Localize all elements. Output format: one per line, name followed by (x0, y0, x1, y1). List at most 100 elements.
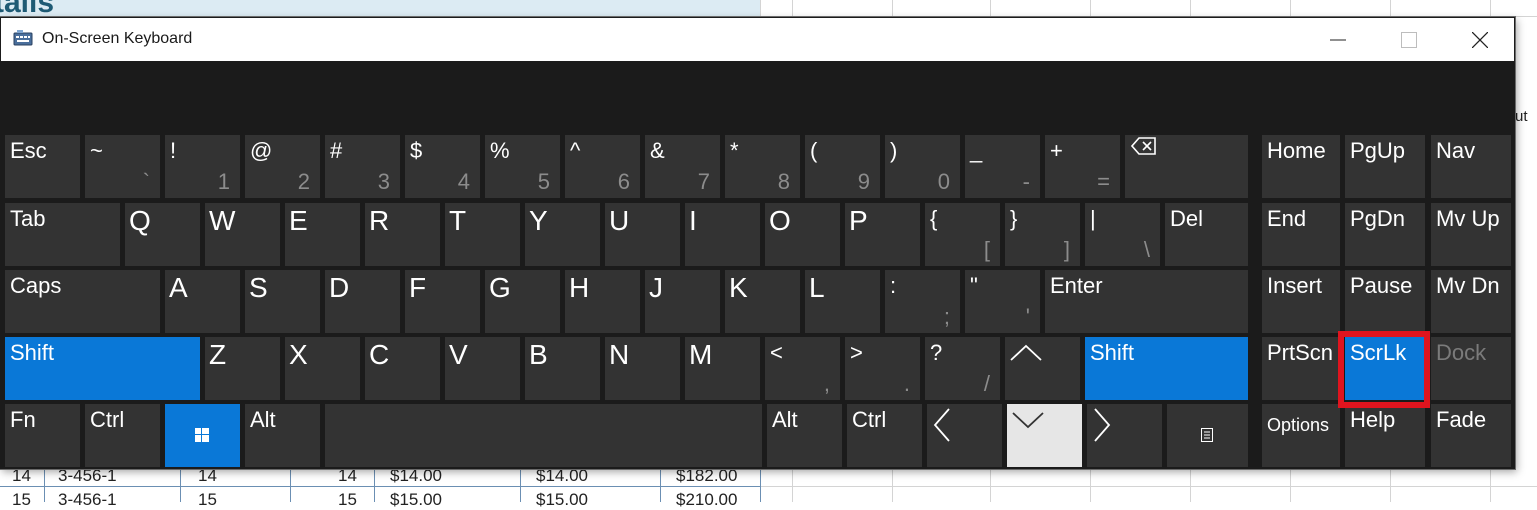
key-h[interactable]: H (565, 270, 640, 333)
key-lbracket[interactable]: {[ (925, 203, 1000, 266)
key-z[interactable]: Z (205, 337, 280, 400)
key-menu[interactable] (1167, 404, 1248, 467)
key-t[interactable]: T (445, 203, 520, 266)
key-tilde[interactable]: ~ ` (85, 135, 160, 198)
key-caps[interactable]: Caps (5, 270, 160, 333)
key-q[interactable]: Q (125, 203, 200, 266)
key-e[interactable]: E (285, 203, 360, 266)
key-enter[interactable]: Enter (1045, 270, 1248, 333)
key-right[interactable] (1087, 404, 1162, 467)
key-a[interactable]: A (165, 270, 240, 333)
key-fn[interactable]: Fn (5, 404, 80, 467)
key-label: V (449, 339, 468, 370)
key-label: + (1050, 138, 1063, 163)
key-label: } (1010, 206, 1018, 231)
key-pgup[interactable]: PgUp (1345, 135, 1425, 198)
key-y[interactable]: Y (525, 203, 600, 266)
key-secondary-label: = (1097, 169, 1110, 194)
key-rshift[interactable]: Shift (1085, 337, 1248, 400)
key-label: M (689, 339, 713, 370)
key-pgdn[interactable]: PgDn (1345, 203, 1425, 266)
maximize-button[interactable] (1374, 18, 1444, 61)
key-g[interactable]: G (485, 270, 560, 333)
key-end[interactable]: End (1262, 203, 1340, 266)
key-f[interactable]: F (405, 270, 480, 333)
key-8[interactable]: * 8 (725, 135, 800, 198)
key-rbracket[interactable]: }] (1005, 203, 1080, 266)
key-o[interactable]: O (765, 203, 840, 266)
key-4[interactable]: $4 (405, 135, 480, 198)
key-space[interactable] (325, 404, 762, 467)
key-1[interactable]: ! 1 (165, 135, 240, 198)
key-semicolon[interactable]: :; (885, 270, 960, 333)
key-m[interactable]: M (685, 337, 760, 400)
key-quote[interactable]: " ' (965, 270, 1040, 333)
key-d[interactable]: D (325, 270, 400, 333)
key-c[interactable]: C (365, 337, 440, 400)
key-b[interactable]: B (525, 337, 600, 400)
key-tab[interactable]: Tab (5, 203, 120, 266)
key-l[interactable]: L (805, 270, 880, 333)
close-button[interactable] (1445, 18, 1515, 61)
key-period[interactable]: >. (845, 337, 920, 400)
key-2[interactable]: @2 (245, 135, 320, 198)
key-equals[interactable]: + = (1045, 135, 1120, 198)
key-ralt[interactable]: Alt (767, 404, 842, 467)
key-u[interactable]: U (605, 203, 680, 266)
key-help[interactable]: Help (1345, 404, 1425, 467)
arrow-right-icon (1094, 408, 1111, 442)
key-del[interactable]: Del (1165, 203, 1248, 266)
keyboard-app-icon (13, 30, 33, 46)
key-label: PrtScn (1267, 340, 1334, 365)
key-scrlk[interactable]: ScrLk (1345, 337, 1425, 400)
key-esc[interactable]: Esc (5, 135, 80, 198)
key-5[interactable]: % 5 (485, 135, 560, 198)
key-mvdn[interactable]: Mv Dn (1431, 270, 1511, 333)
key-comma[interactable]: <, (765, 337, 840, 400)
key-insert[interactable]: Insert (1262, 270, 1340, 333)
key-label: D (329, 272, 350, 303)
key-fade[interactable]: Fade (1431, 404, 1511, 467)
key-label: U (609, 205, 630, 236)
key-label: X (289, 339, 308, 370)
key-p[interactable]: P (845, 203, 920, 266)
key-k[interactable]: K (725, 270, 800, 333)
key-3[interactable]: #3 (325, 135, 400, 198)
key-prtscn[interactable]: PrtScn (1262, 337, 1340, 400)
key-x[interactable]: X (285, 337, 360, 400)
minimize-button[interactable] (1303, 18, 1373, 61)
key-minus[interactable]: _ - (965, 135, 1040, 198)
key-mvup[interactable]: Mv Up (1431, 203, 1511, 266)
key-home[interactable]: Home (1262, 135, 1340, 198)
key-up[interactable] (1005, 337, 1080, 400)
key-7[interactable]: & 7 (645, 135, 720, 198)
key-pause[interactable]: Pause (1345, 270, 1425, 333)
key-r[interactable]: R (365, 203, 440, 266)
key-nav[interactable]: Nav (1431, 135, 1511, 198)
title-bar[interactable]: On-Screen Keyboard (1, 18, 1514, 61)
key-secondary-label: 3 (377, 169, 390, 194)
key-backslash[interactable]: | \ (1085, 203, 1160, 266)
key-rctrl[interactable]: Ctrl (847, 404, 922, 467)
key-backspace[interactable] (1125, 135, 1248, 198)
key-s[interactable]: S (245, 270, 320, 333)
key-j[interactable]: J (645, 270, 720, 333)
key-w[interactable]: W (205, 203, 280, 266)
key-lctrl[interactable]: Ctrl (85, 404, 160, 467)
key-label: @ (250, 138, 273, 163)
key-options[interactable]: Options (1262, 404, 1340, 467)
key-left[interactable] (927, 404, 1002, 467)
key-dock[interactable]: Dock (1431, 337, 1511, 400)
key-win[interactable] (165, 404, 240, 467)
key-lalt[interactable]: Alt (245, 404, 320, 467)
key-down[interactable] (1007, 404, 1082, 467)
key-9[interactable]: (9 (805, 135, 880, 198)
key-v[interactable]: V (445, 337, 520, 400)
key-i[interactable]: I (685, 203, 760, 266)
key-lshift[interactable]: Shift (5, 337, 200, 400)
key-label: ? (930, 340, 943, 365)
key-0[interactable]: ) 0 (885, 135, 960, 198)
key-n[interactable]: N (605, 337, 680, 400)
key-slash[interactable]: ? / (925, 337, 1000, 400)
key-6[interactable]: ^ 6 (565, 135, 640, 198)
